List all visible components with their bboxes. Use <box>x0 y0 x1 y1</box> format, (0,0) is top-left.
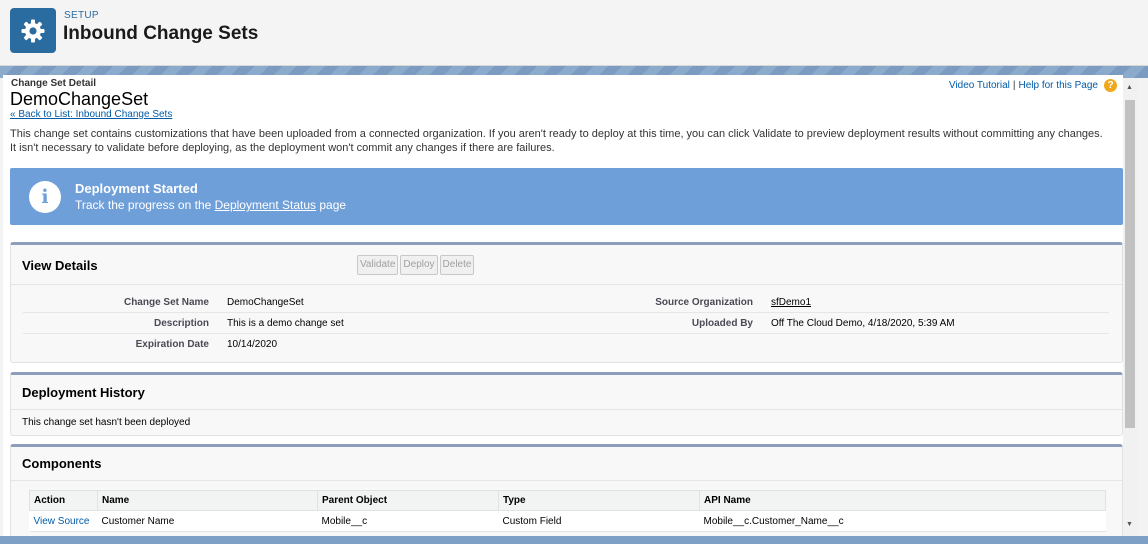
help-for-page-link[interactable]: Help for this Page <box>1019 80 1099 91</box>
view-details-buttons: Validate Deploy Delete <box>357 255 475 275</box>
gear-icon <box>10 8 56 53</box>
banner-text-suffix: page <box>316 198 347 212</box>
vertical-scrollbar[interactable]: ▲ ▼ <box>1123 78 1137 536</box>
decorative-band-bottom <box>0 536 1148 544</box>
view-details-title: View Details <box>22 258 98 273</box>
column-header-parent-object[interactable]: Parent Object <box>317 490 499 511</box>
description-label: Description <box>153 318 209 329</box>
setup-header: SETUP Inbound Change Sets <box>0 0 1148 66</box>
source-organization-link[interactable]: sfDemo1 <box>771 297 811 308</box>
components-table: Action Name Parent Object Type API Name … <box>29 490 1106 532</box>
help-separator: | <box>1012 80 1016 91</box>
deployment-status-link[interactable]: Deployment Status <box>215 198 316 212</box>
table-row: View Source Customer Name Mobile__c Cust… <box>29 510 1106 532</box>
detail-row: Description This is a demo change set Up… <box>23 313 1109 334</box>
help-icon[interactable]: ? <box>1104 79 1117 92</box>
detail-row: Change Set Name DemoChangeSet Source Org… <box>23 292 1109 313</box>
scrollbar-thumb[interactable] <box>1125 100 1135 428</box>
view-source-link[interactable]: View Source <box>34 516 90 527</box>
deployment-history-empty-text: This change set hasn't been deployed <box>22 417 191 428</box>
source-organization-label: Source Organization <box>655 297 753 308</box>
info-icon: i <box>29 181 61 213</box>
banner-text-prefix: Track the progress on the <box>75 198 215 212</box>
intro-text: This change set contains customizations … <box>10 128 1103 154</box>
components-header: Components <box>11 447 1122 481</box>
view-details-panel: View Details Validate Deploy Delete Chan… <box>10 242 1123 363</box>
parent-object-cell: Mobile__c <box>317 510 499 532</box>
validate-button[interactable]: Validate <box>357 255 399 275</box>
delete-button[interactable]: Delete <box>439 255 475 275</box>
type-cell: Custom Field <box>498 510 700 532</box>
view-details-header: View Details Validate Deploy Delete <box>11 245 1122 285</box>
right-gutter <box>1137 78 1148 536</box>
components-panel: Components Action Name Parent Object Typ… <box>10 444 1123 536</box>
column-header-type[interactable]: Type <box>498 490 700 511</box>
scroll-down-arrow-icon[interactable]: ▼ <box>1126 521 1133 528</box>
banner-title: Deployment Started <box>75 181 198 196</box>
change-set-name-label: Change Set Name <box>123 297 209 308</box>
deployment-history-title: Deployment History <box>22 385 145 400</box>
breadcrumb-label: Change Set Detail <box>11 78 97 89</box>
description-value: This is a demo change set <box>227 318 344 329</box>
column-header-api-name[interactable]: API Name <box>699 490 1106 511</box>
page-title: Inbound Change Sets <box>63 23 259 44</box>
record-title: DemoChangeSet <box>10 89 149 109</box>
video-tutorial-link[interactable]: Video Tutorial <box>949 80 1010 91</box>
table-header-row: Action Name Parent Object Type API Name <box>29 490 1106 511</box>
change-set-name-value: DemoChangeSet <box>227 297 304 308</box>
scroll-up-arrow-icon[interactable]: ▲ <box>1126 84 1133 91</box>
expiration-date-label: Expiration Date <box>135 339 209 350</box>
deployment-started-banner: i Deployment Started Track the progress … <box>10 168 1123 225</box>
uploaded-by-value: Off The Cloud Demo, 4/18/2020, 5:39 AM <box>771 318 955 329</box>
expiration-date-value: 10/14/2020 <box>227 339 278 350</box>
setup-label: SETUP <box>64 10 99 21</box>
content-frame: Change Set Detail DemoChangeSet « Back t… <box>3 75 1123 536</box>
api-name-cell: Mobile__c.Customer_Name__c <box>699 510 1106 532</box>
uploaded-by-label: Uploaded By <box>691 318 753 329</box>
detail-row: Expiration Date 10/14/2020 <box>23 334 1109 355</box>
components-title: Components <box>22 456 102 471</box>
action-cell: View Source <box>29 510 98 532</box>
column-header-action: Action <box>29 490 98 511</box>
deploy-button[interactable]: Deploy <box>400 255 438 275</box>
deployment-history-panel: Deployment History This change set hasn'… <box>10 372 1123 436</box>
help-links: Video Tutorial | Help for this Page ? <box>949 79 1117 92</box>
column-header-name[interactable]: Name <box>97 490 318 511</box>
banner-text: Track the progress on the Deployment Sta… <box>75 198 346 212</box>
deployment-history-header: Deployment History <box>11 375 1122 410</box>
component-name-cell: Customer Name <box>97 510 318 532</box>
back-to-list-link[interactable]: « Back to List: Inbound Change Sets <box>10 109 172 120</box>
